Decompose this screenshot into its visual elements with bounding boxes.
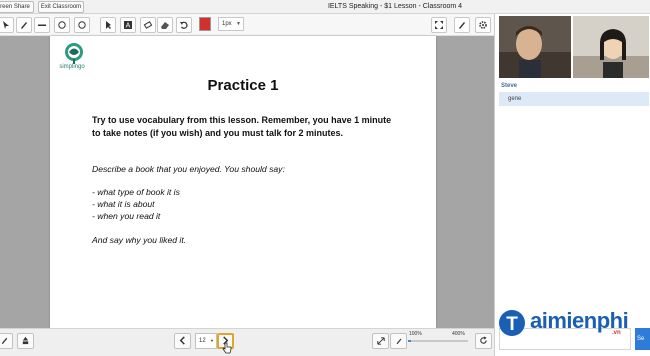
bottom-toolbar: 12 ▼ 100% 400% — [0, 328, 494, 356]
expand-icon — [376, 337, 385, 345]
pencil-icon — [396, 338, 401, 345]
zoom-slider[interactable] — [408, 340, 468, 342]
upload-button[interactable] — [17, 333, 34, 349]
refresh-icon — [480, 336, 487, 344]
cursor-icon — [106, 21, 111, 29]
eraser-tool-button[interactable] — [157, 17, 173, 33]
circle-icon — [78, 21, 86, 29]
send-button[interactable]: Se — [635, 328, 650, 350]
pointer-tool-button[interactable] — [0, 17, 14, 33]
fullscreen-icon — [435, 21, 443, 29]
page-select[interactable]: 12 ▼ — [195, 333, 217, 349]
presentation-slide: simplingo Practice 1 Try to use vocabula… — [50, 36, 436, 328]
whiteboard-toolbar: A 1px ▼ — [0, 14, 494, 36]
side-panel: Steve gene Se — [494, 14, 650, 356]
task-closing: And say why you liked it. — [92, 235, 187, 245]
fit-screen-button[interactable] — [372, 333, 389, 349]
pen-settings-button[interactable] — [454, 17, 470, 33]
gear-icon — [479, 21, 487, 29]
upload-icon — [22, 336, 29, 345]
page-number-value: 12 — [199, 338, 206, 344]
task-point: - what type of book it is — [92, 187, 180, 197]
zoom-slider-fill — [408, 340, 411, 342]
task-point: - when you read it — [92, 211, 161, 221]
settings-button[interactable] — [475, 17, 491, 33]
pen-icon — [21, 22, 27, 29]
participant-video-icon — [573, 16, 649, 78]
chevron-left-icon — [179, 336, 185, 345]
undo-button[interactable] — [176, 17, 192, 33]
zoom-min-label: 100% — [409, 331, 422, 337]
line-tool-button[interactable] — [34, 17, 50, 33]
watermark-domain: .vn — [612, 330, 621, 336]
circle-outline-icon — [58, 21, 66, 29]
task-point: - what it is about — [92, 199, 155, 209]
task-intro: Describe a book that you enjoyed. You sh… — [92, 164, 285, 174]
pen-tool-button[interactable] — [16, 17, 32, 33]
chat-sender-name: Steve — [501, 83, 518, 89]
chevron-down-icon: ▼ — [210, 338, 214, 343]
chevron-down-icon: ▼ — [236, 21, 241, 27]
pen-settings-icon — [459, 22, 465, 29]
svg-text:T: T — [506, 314, 518, 335]
color-picker[interactable] — [199, 17, 211, 31]
circle-tool-button[interactable] — [74, 17, 90, 33]
pen-icon — [1, 337, 8, 345]
whiteboard-area[interactable]: simplingo Practice 1 Try to use vocabula… — [0, 36, 494, 328]
eraser-icon — [143, 21, 153, 29]
annotate-button[interactable] — [0, 333, 13, 349]
previous-page-button[interactable] — [174, 333, 191, 349]
clear-tool-button[interactable] — [140, 17, 156, 33]
slide-instructions: Try to use vocabulary from this lesson. … — [92, 115, 392, 138]
slide-title: Practice 1 — [207, 77, 279, 94]
pointer-icon — [3, 21, 9, 29]
text-tool-button[interactable]: A — [120, 17, 136, 33]
svg-text:A: A — [126, 23, 131, 30]
text-icon: A — [124, 21, 132, 30]
zoom-max-label: 400% — [452, 331, 465, 337]
video-feed-teacher — [499, 16, 571, 78]
eraser-icon — [161, 22, 169, 29]
line-icon — [38, 24, 46, 26]
window-title: IELTS Speaking - $1 Lesson - Classroom 4 — [327, 3, 463, 10]
exit-classroom-button[interactable]: Exit Classroom — [38, 1, 84, 13]
stroke-size-select[interactable]: 1px ▼ — [218, 17, 244, 31]
hand-cursor-icon — [222, 342, 232, 354]
chat-message: gene — [499, 92, 649, 106]
select-tool-button[interactable] — [100, 17, 116, 33]
video-feed-student — [573, 16, 649, 78]
participant-video-icon — [499, 16, 571, 78]
screen-share-button[interactable]: reen Share — [0, 1, 34, 13]
logo-text: simplingo — [59, 64, 85, 70]
undo-icon — [180, 21, 188, 29]
rectangle-tool-button[interactable] — [54, 17, 70, 33]
stroke-size-value: 1px — [222, 21, 232, 27]
fullscreen-button[interactable] — [431, 17, 447, 33]
title-bar: reen Share Exit Classroom IELTS Speaking… — [0, 0, 650, 14]
refresh-button[interactable] — [475, 333, 492, 349]
draw-mode-button[interactable] — [390, 333, 407, 349]
